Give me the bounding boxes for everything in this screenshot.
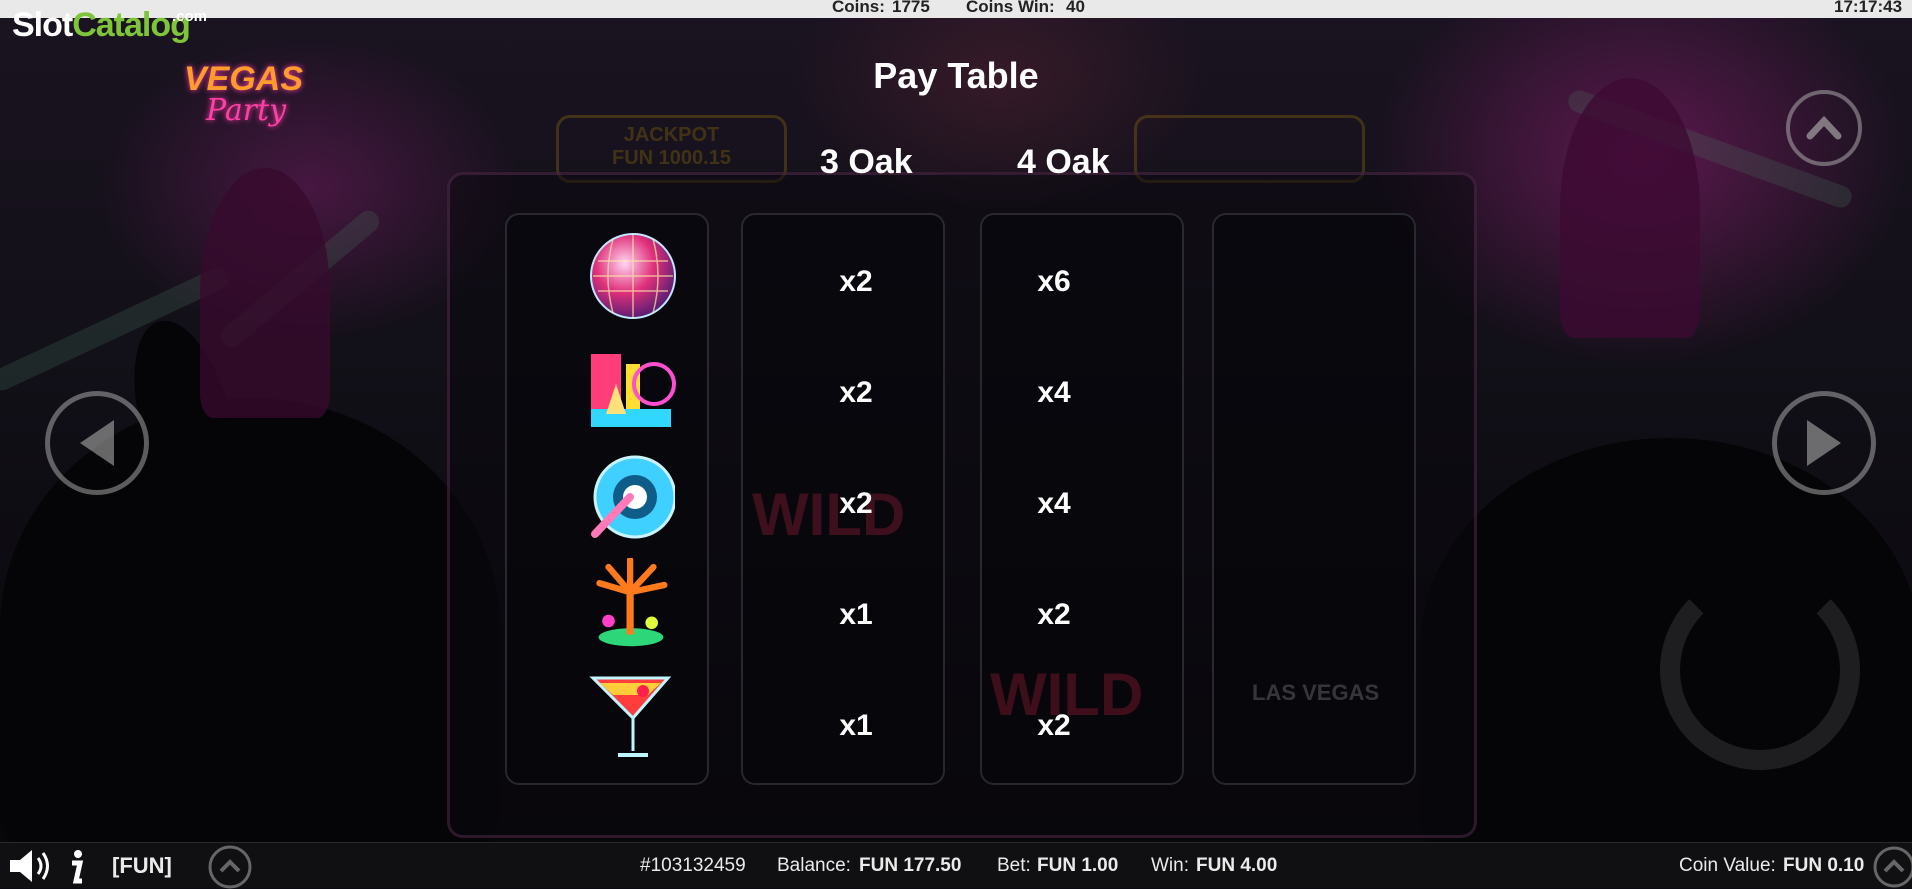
next-page-button[interactable] xyxy=(1772,391,1876,495)
payout-3oak-vegas-skyline: x2 xyxy=(839,376,873,409)
col-header-4oak: 4 Oak xyxy=(1017,143,1110,181)
pool-float-icon xyxy=(591,455,675,539)
previous-page-button[interactable] xyxy=(45,391,149,495)
bottom-status-bar: [FUN] #103132459 Balance: FUN 177.50 Bet… xyxy=(0,842,1912,889)
coins-label: Coins: xyxy=(832,0,885,16)
coin-value-up-icon[interactable] xyxy=(1872,845,1912,889)
jackpot-value: FUN 1000.15 xyxy=(612,147,731,169)
payout-4oak-disco-ball: x6 xyxy=(1037,265,1071,298)
arrow-left-icon xyxy=(80,420,114,466)
ticket-id: #103132459 xyxy=(640,855,746,876)
payout-3oak-martini-glass: x1 xyxy=(839,709,873,742)
col-header-3oak: 3 Oak xyxy=(820,143,913,181)
info-icon[interactable] xyxy=(64,849,88,885)
currency-mode: [FUN] xyxy=(112,853,172,878)
paytable-title: Pay Table xyxy=(873,55,1039,96)
expand-menu-icon[interactable] xyxy=(206,845,254,889)
payout-4oak-vegas-skyline: x4 xyxy=(1037,376,1071,409)
close-paytable-button[interactable] xyxy=(1786,90,1862,166)
spin-button-ghost xyxy=(1660,570,1860,770)
win-value: FUN 4.00 xyxy=(1196,855,1278,876)
coin-value-label: Coin Value: xyxy=(1679,855,1776,876)
chevron-up-icon xyxy=(1806,115,1842,140)
watermark-part1: Slot xyxy=(12,6,73,44)
balance-label: Balance: xyxy=(777,855,851,876)
clock: 17:17:43 xyxy=(1834,0,1903,16)
payout-3oak-palm-trees: x1 xyxy=(839,598,873,631)
logo-line2: Party xyxy=(206,93,287,128)
win-label: Win: xyxy=(1151,855,1189,876)
dancer-silhouette xyxy=(200,168,330,418)
slotcatalog-watermark: SlotCatalog .com xyxy=(12,6,207,45)
payout-4oak-pool-float: x4 xyxy=(1037,487,1071,520)
payout-3oak-disco-ball: x2 xyxy=(839,265,873,298)
payout-4oak-palm-trees: x2 xyxy=(1037,598,1071,631)
martini-glass-icon xyxy=(589,676,672,757)
payout-4oak-martini-glass: x2 xyxy=(1037,709,1071,742)
watermark-suffix: .com xyxy=(172,8,208,25)
palm-trees-icon xyxy=(596,558,668,647)
bet-label: Bet: xyxy=(997,855,1031,876)
las-vegas-symbol-ghost: LAS VEGAS xyxy=(1252,680,1380,705)
coins-win-label: Coins Win: xyxy=(966,0,1055,16)
coin-value-value: FUN 0.10 xyxy=(1783,855,1865,876)
dancer-silhouette xyxy=(1560,78,1700,338)
coins-value: 1775 xyxy=(892,0,930,16)
jackpot-label: JACKPOT xyxy=(623,124,720,146)
sound-icon[interactable] xyxy=(6,848,54,884)
coins-win-value: 40 xyxy=(1066,0,1085,16)
top-status-bar: Coins: 1775 Coins Win: 40 17:17:43 xyxy=(0,0,1912,18)
vegas-skyline-icon xyxy=(591,354,676,427)
payout-3oak-pool-float: x2 xyxy=(839,487,873,520)
arrow-right-icon xyxy=(1807,420,1841,466)
bet-value: FUN 1.00 xyxy=(1037,855,1119,876)
balance-value: FUN 177.50 xyxy=(859,855,962,876)
disco-ball-icon xyxy=(590,233,676,319)
